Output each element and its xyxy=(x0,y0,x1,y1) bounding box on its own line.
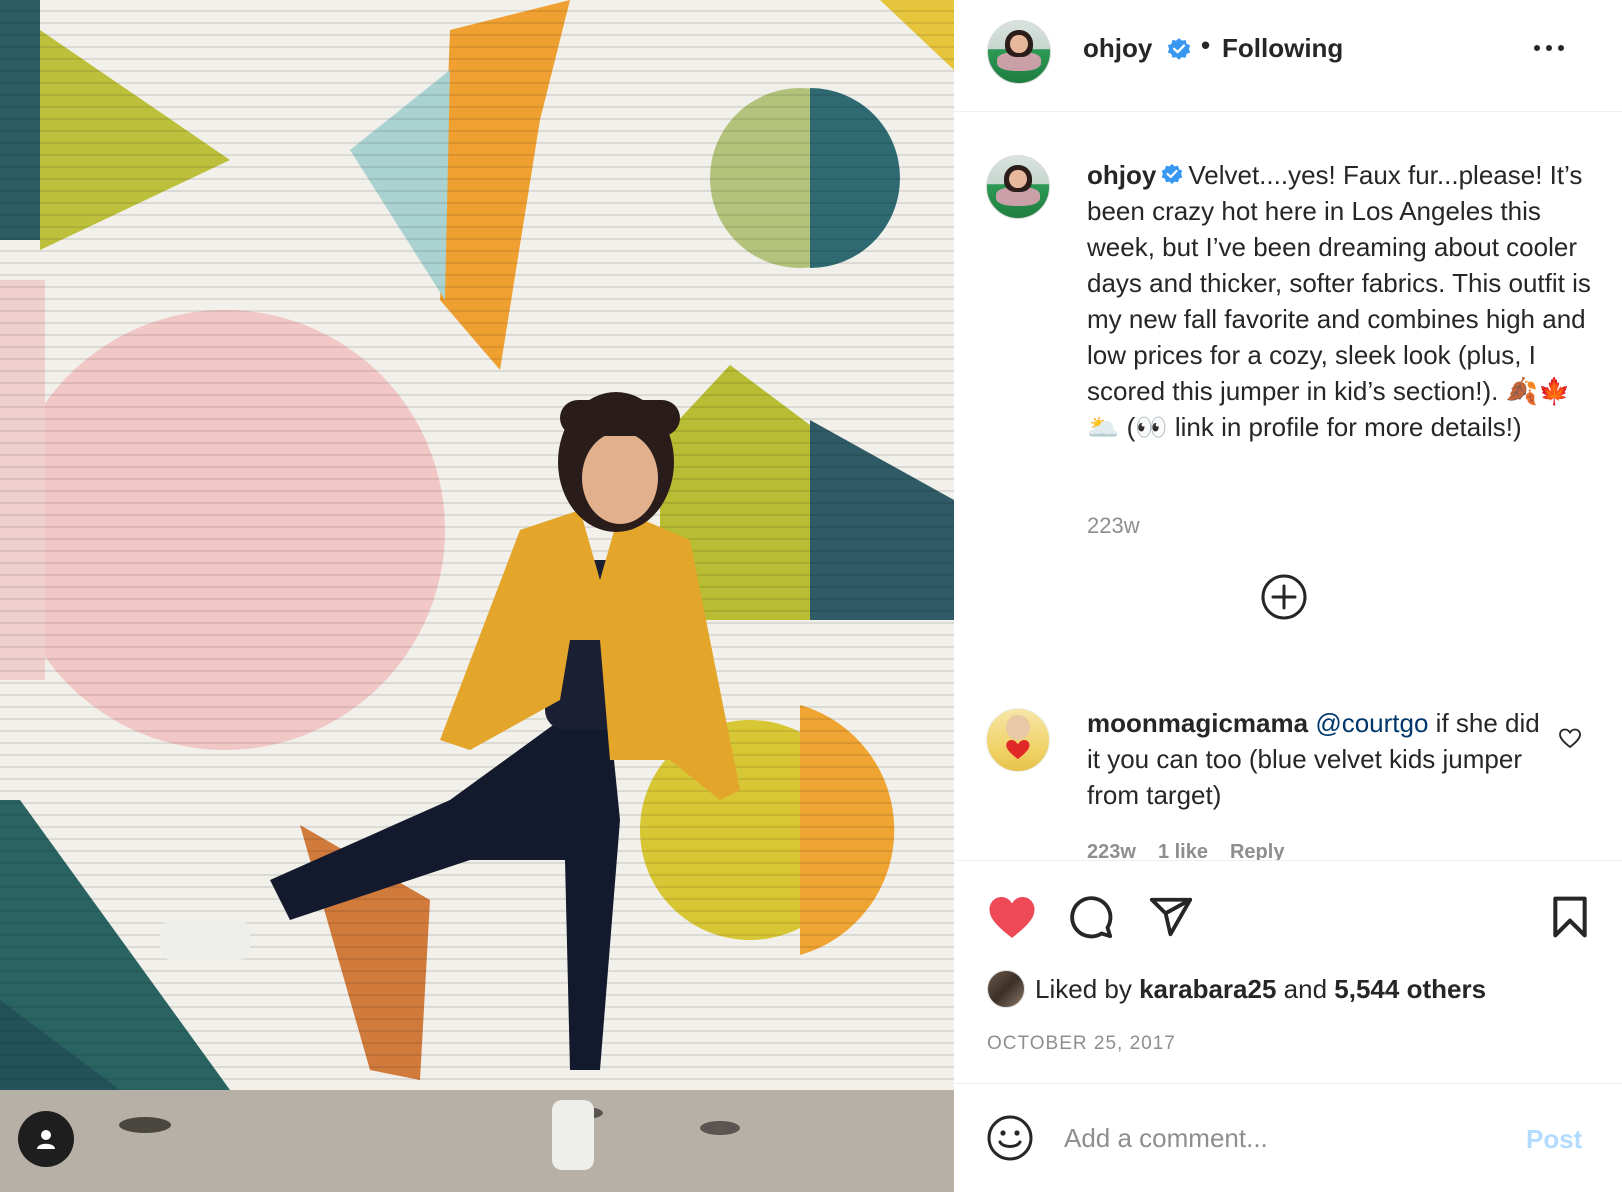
save-button[interactable] xyxy=(1544,891,1596,943)
post-date[interactable]: OCTOBER 25, 2017 xyxy=(987,1033,1176,1055)
header-separator: • xyxy=(1201,30,1211,60)
post-panel: ohjoy • Following ohjoy Velvet....yes! F… xyxy=(954,0,1622,1192)
comment-mention[interactable]: @courtgo xyxy=(1315,708,1428,738)
likes-others[interactable]: 5,544 others xyxy=(1334,974,1486,1005)
mural-image xyxy=(0,0,954,1192)
commenter-username[interactable]: moonmagicmama xyxy=(1087,708,1308,738)
emoji-icon[interactable] xyxy=(986,1114,1034,1162)
more-icon xyxy=(1534,45,1540,51)
verified-icon xyxy=(1167,38,1191,60)
comment-likes[interactable]: 1 like xyxy=(1158,841,1208,860)
comments-section: ohjoy Velvet....yes! Faux fur...please! … xyxy=(954,113,1622,860)
post-comment-button[interactable]: Post xyxy=(1526,1124,1582,1155)
person-icon xyxy=(37,1130,55,1149)
liked-by-middle: and xyxy=(1283,973,1328,1004)
post-actions: Liked by karabara25 and 5,544 others OCT… xyxy=(954,860,1622,1078)
author-username[interactable]: ohjoy xyxy=(1083,33,1152,64)
like-button[interactable] xyxy=(986,891,1038,943)
following-button[interactable]: Following xyxy=(1222,33,1343,64)
post-photo[interactable] xyxy=(0,0,954,1192)
verified-icon xyxy=(1162,164,1183,185)
comment-button[interactable] xyxy=(1065,891,1117,943)
caption-avatar[interactable] xyxy=(986,155,1050,219)
post-header: ohjoy • Following xyxy=(954,0,1622,112)
comment-icon xyxy=(1070,896,1113,939)
caption: ohjoy Velvet....yes! Faux fur...please! … xyxy=(1087,157,1597,445)
liked-by-prefix: Liked by xyxy=(1035,973,1132,1004)
tagged-people-button[interactable] xyxy=(18,1111,74,1167)
share-icon xyxy=(1149,897,1193,937)
author-avatar[interactable] xyxy=(987,20,1051,84)
liked-by: Liked by karabara25 and 5,544 others xyxy=(987,969,1486,1009)
add-circle-icon[interactable] xyxy=(1260,573,1308,621)
bookmark-icon xyxy=(1553,896,1587,938)
liker-avatar[interactable] xyxy=(987,970,1025,1008)
reply-button[interactable]: Reply xyxy=(1230,841,1284,860)
comment-timestamp[interactable]: 223w xyxy=(1087,841,1136,860)
commenter-avatar[interactable] xyxy=(986,708,1050,772)
comment: moonmagicmama @courtgo if she did it you… xyxy=(1087,705,1547,813)
caption-timestamp[interactable]: 223w xyxy=(1087,513,1140,539)
comment-meta: 223w 1 like Reply xyxy=(1087,841,1306,860)
comment-input[interactable] xyxy=(1064,1114,1494,1162)
share-button[interactable] xyxy=(1145,891,1197,943)
liker-username[interactable]: karabara25 xyxy=(1139,974,1276,1005)
heart-icon[interactable] xyxy=(1558,726,1582,750)
add-comment-bar: Post xyxy=(954,1083,1622,1192)
heart-icon xyxy=(989,897,1035,938)
caption-text: Velvet....yes! Faux fur...please! It’s b… xyxy=(1087,160,1591,442)
more-options-button[interactable] xyxy=(1534,36,1574,60)
caption-username[interactable]: ohjoy xyxy=(1087,160,1156,190)
